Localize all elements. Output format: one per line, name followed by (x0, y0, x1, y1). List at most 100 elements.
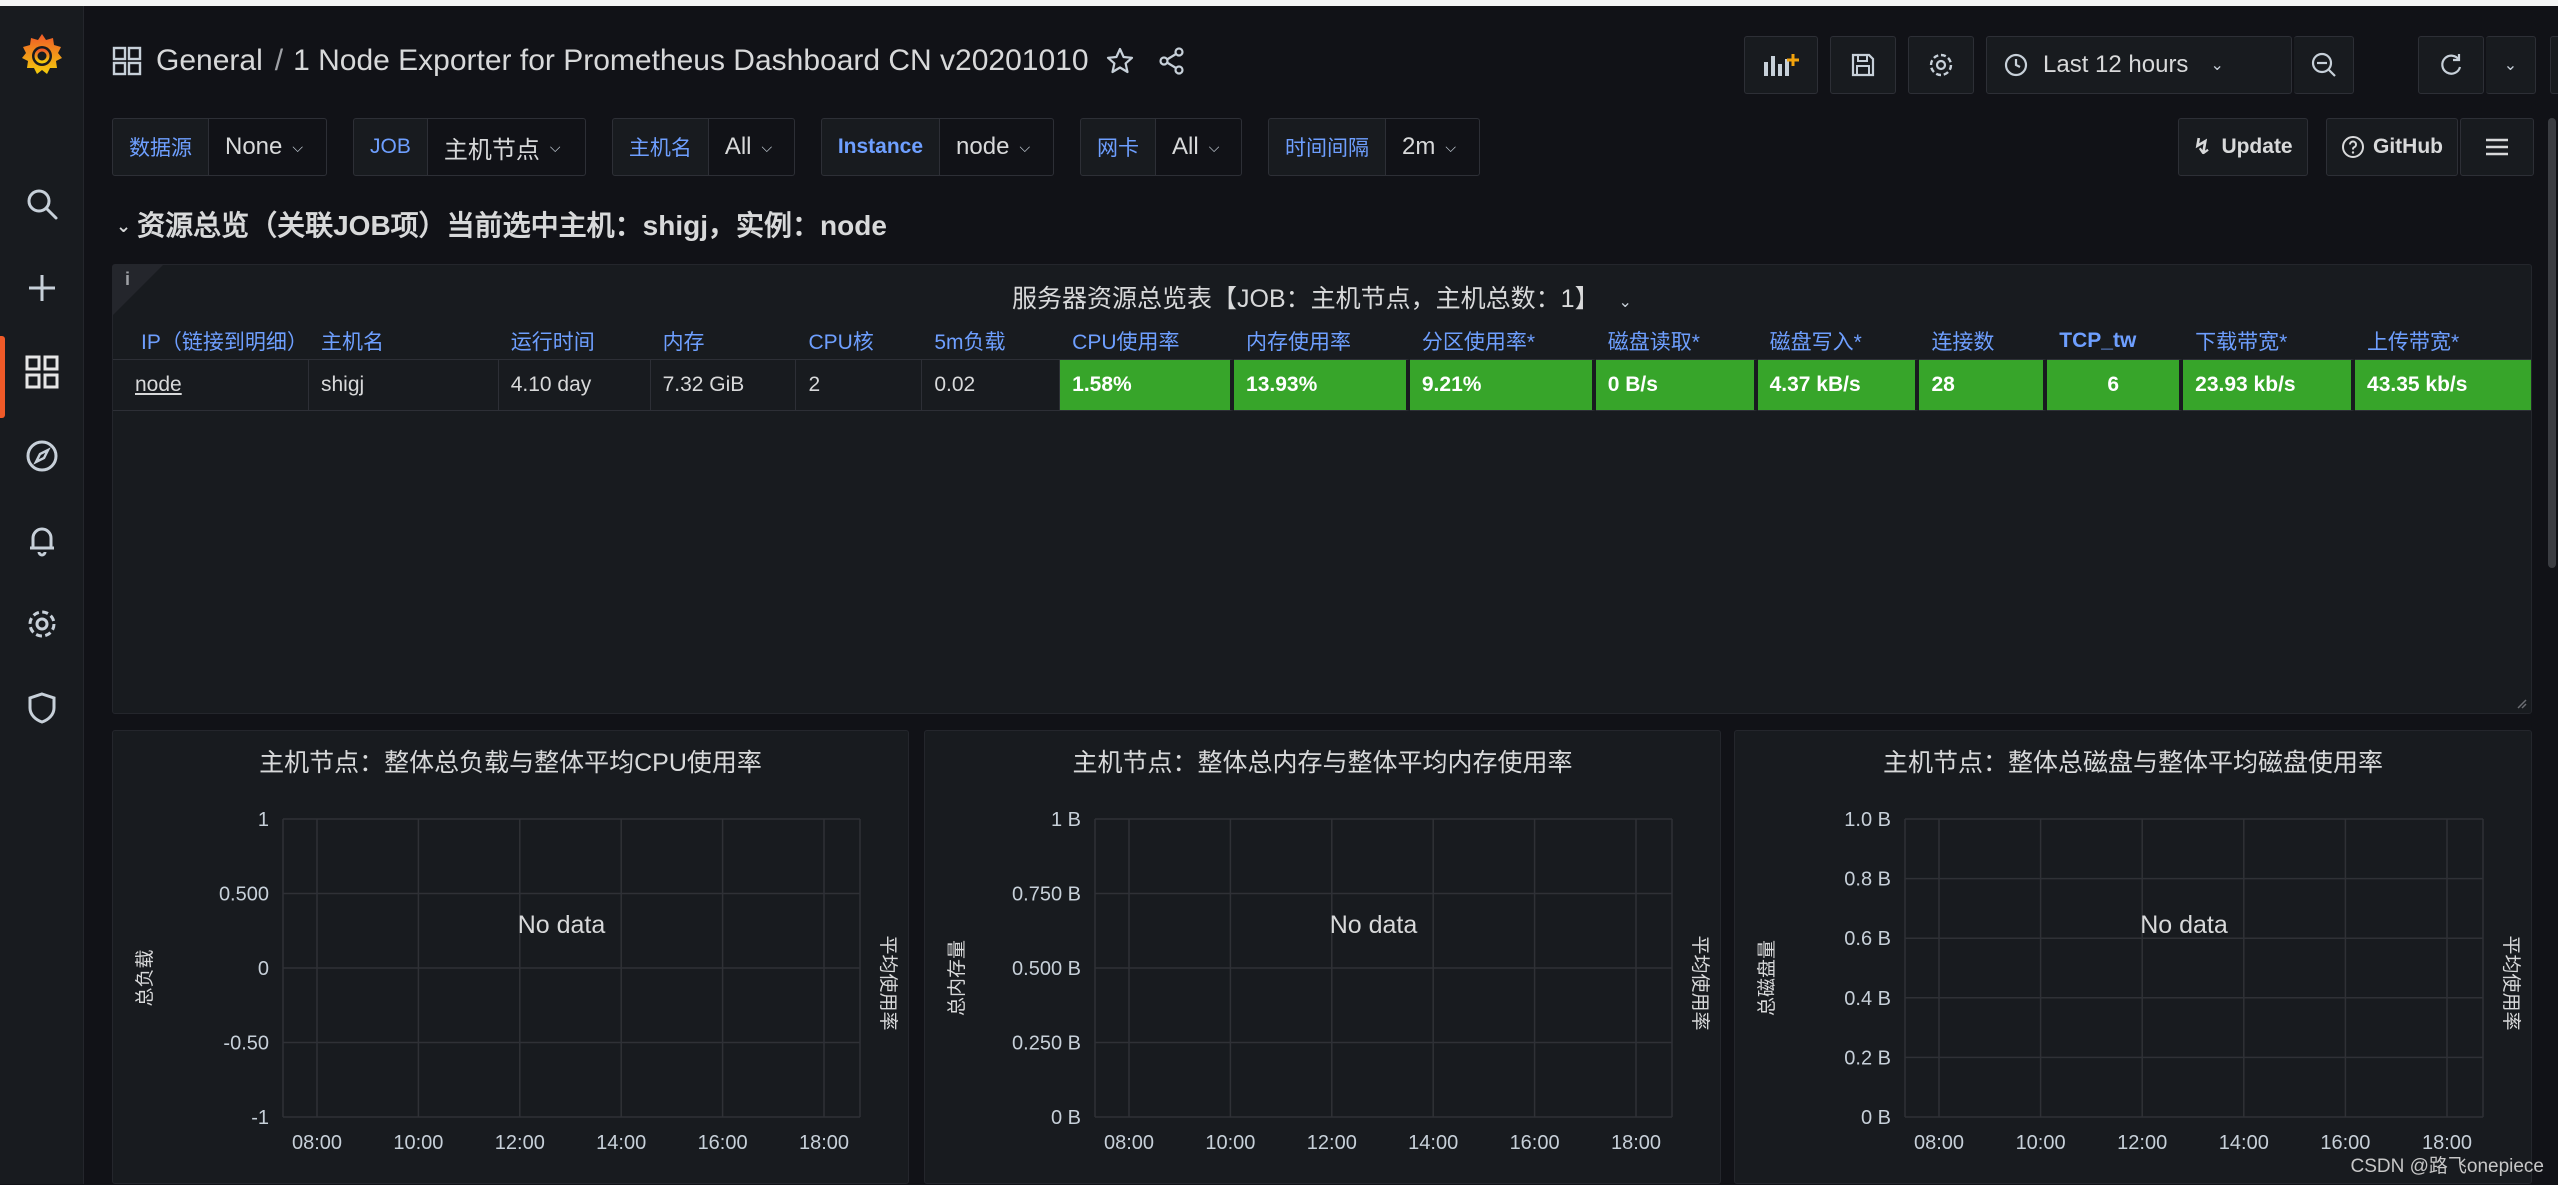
column-header[interactable]: TCP_tw (2047, 323, 2183, 359)
chevron-down-icon: ⌵ (292, 139, 303, 156)
variable-label-job: JOB (353, 118, 428, 176)
watermark-text: CSDN @路飞onepiece (2350, 1151, 2544, 1178)
x-tick-label: 08:00 (1104, 1132, 1154, 1154)
column-header[interactable]: 磁盘写入* (1758, 323, 1920, 359)
y-tick-label: 0 B (1861, 1107, 1891, 1129)
panel-resize-handle-icon[interactable] (2515, 697, 2527, 709)
table-cell: 2 (796, 359, 922, 411)
chevron-down-icon: ⌄ (2504, 55, 2517, 75)
column-header[interactable]: 分区使用率* (1410, 323, 1596, 359)
scrollbar-thumb[interactable] (2548, 118, 2556, 568)
configuration-gear-icon[interactable] (22, 604, 62, 644)
variable-value: 2m (1402, 133, 1435, 161)
x-tick-label: 08:00 (1914, 1132, 1964, 1154)
chart-memory: 1 B0.750 B0.500 B0.250 B0 B08:0010:0012:… (925, 731, 1722, 1185)
table-cell: 4.10 day (499, 359, 651, 411)
dashboard-settings-button[interactable] (1908, 36, 1974, 94)
refresh-button[interactable] (2418, 36, 2484, 94)
column-header[interactable]: 上传带宽* (2355, 323, 2531, 359)
add-panel-icon (1761, 50, 1801, 80)
chart-grid: 10.5000-0.50-108:0010:0012:0014:0016:001… (219, 809, 860, 1154)
search-icon[interactable] (22, 184, 62, 224)
y-tick-label: 0.750 B (1012, 884, 1081, 906)
y-tick-label: 0.8 B (1844, 869, 1891, 891)
chart-cpu-load: 10.5000-0.50-108:0010:0012:0014:0016:001… (113, 731, 910, 1185)
alerting-bell-icon[interactable] (22, 520, 62, 560)
save-dashboard-button[interactable] (1830, 36, 1896, 94)
variable-value: None (225, 133, 282, 161)
breadcrumb-folder[interactable]: General (156, 44, 263, 78)
x-tick-label: 10:00 (2016, 1132, 2066, 1154)
gear-icon (1927, 51, 1955, 79)
variable-select-datasource[interactable]: None ⌵ (209, 118, 327, 176)
server-admin-shield-icon[interactable] (22, 688, 62, 728)
x-tick-label: 14:00 (596, 1132, 646, 1154)
update-link-button[interactable]: ↯ Update (2178, 118, 2308, 176)
cycle-view-mode-button[interactable] (2550, 36, 2558, 94)
bolt-icon: ↯ (2193, 134, 2211, 160)
x-tick-label: 14:00 (1408, 1132, 1458, 1154)
chevron-down-icon: ⌵ (550, 139, 561, 156)
create-plus-icon[interactable] (22, 268, 62, 308)
refresh-interval-dropdown[interactable]: ⌄ (2486, 36, 2536, 94)
variable-label-datasource: 数据源 (112, 118, 209, 176)
update-link-label: Update (2221, 135, 2292, 159)
dashboard-grid-icon (112, 46, 142, 76)
table-cell: shigj (309, 359, 499, 411)
column-header[interactable]: 内存使用率 (1234, 323, 1410, 359)
table-cell-status: 0 B/s (1596, 359, 1758, 411)
zoom-out-button[interactable] (2294, 36, 2354, 94)
no-data-message: No data (2140, 911, 2228, 939)
table-cell-status: 9.21% (1410, 359, 1596, 411)
variable-select-hostname[interactable]: All⌵ (709, 118, 795, 176)
server-overview-table-panel: i 服务器资源总览表【JOB：主机节点，主机总数：1】 ⌄ IP（链接到明细） … (112, 264, 2532, 714)
panel-title[interactable]: 服务器资源总览表【JOB：主机节点，主机总数：1】 ⌄ (113, 279, 2531, 315)
column-header[interactable]: 5m负载 (922, 323, 1060, 359)
column-header[interactable]: IP（链接到明细） (113, 323, 309, 359)
share-icon[interactable] (1157, 46, 1187, 76)
dashboard-links-menu-button[interactable] (2460, 118, 2534, 176)
question-circle-icon (2341, 135, 2365, 159)
y-tick-label: 0.4 B (1844, 988, 1891, 1010)
y-tick-label: 1 B (1051, 809, 1081, 831)
github-link-button[interactable]: GitHub (2326, 118, 2458, 176)
x-tick-label: 10:00 (393, 1132, 443, 1154)
column-header[interactable]: 磁盘读取* (1596, 323, 1758, 359)
column-header[interactable]: 内存 (651, 323, 797, 359)
explore-compass-icon[interactable] (22, 436, 62, 476)
column-header[interactable]: 连接数 (1919, 323, 2047, 359)
variable-select-instance[interactable]: node⌵ (940, 118, 1054, 176)
star-icon[interactable] (1105, 46, 1135, 76)
x-tick-label: 14:00 (2219, 1132, 2269, 1154)
chevron-down-icon: ⌵ (1209, 139, 1220, 156)
add-panel-button[interactable] (1744, 36, 1818, 94)
variable-select-job[interactable]: 主机节点⌵ (428, 118, 586, 176)
y-axis-left-label: 总磁盘量 (1756, 940, 1778, 1016)
table-cell-status: 43.35 kb/s (2355, 359, 2531, 411)
y-tick-label: 0.500 B (1012, 958, 1081, 980)
breadcrumb-separator: / (275, 44, 283, 78)
table-cell-ip-link[interactable]: node (113, 359, 309, 411)
variable-select-nic[interactable]: All⌵ (1156, 118, 1242, 176)
time-range-picker[interactable]: Last 12 hours ⌄ (1986, 36, 2292, 94)
variable-select-interval[interactable]: 2m⌵ (1386, 118, 1480, 176)
column-header[interactable]: 下载带宽* (2183, 323, 2355, 359)
column-header[interactable]: CPU核 (796, 323, 922, 359)
table-header-row: IP（链接到明细） 主机名 运行时间 内存 CPU核 5m负载 CPU使用率 内… (113, 323, 2531, 359)
dashboard-title[interactable]: 1 Node Exporter for Prometheus Dashboard… (293, 44, 1088, 78)
chevron-down-icon: ⌵ (762, 139, 773, 156)
column-header[interactable]: 运行时间 (499, 323, 651, 359)
dashboards-grid-icon[interactable] (22, 352, 62, 392)
x-tick-label: 12:00 (2117, 1132, 2167, 1154)
save-icon (1850, 52, 1876, 78)
row-header-resource-overview[interactable]: ⌄资源总览（关联JOB项）当前选中主机：shigj，实例：node (116, 204, 887, 244)
column-header[interactable]: CPU使用率 (1060, 323, 1234, 359)
table-cell-status: 13.93% (1234, 359, 1410, 411)
table-cell-status: 6 (2047, 359, 2183, 411)
column-header[interactable]: 主机名 (309, 323, 499, 359)
chevron-down-icon: ⌵ (1019, 139, 1030, 156)
breadcrumb: General / 1 Node Exporter for Prometheus… (112, 44, 1187, 78)
y-axis-left-label: 总内存量 (946, 940, 968, 1016)
template-variables: 数据源 None⌵ JOB 主机节点⌵ 主机名 All⌵ Instance no… (112, 118, 1506, 176)
grafana-logo-icon[interactable] (18, 30, 66, 78)
